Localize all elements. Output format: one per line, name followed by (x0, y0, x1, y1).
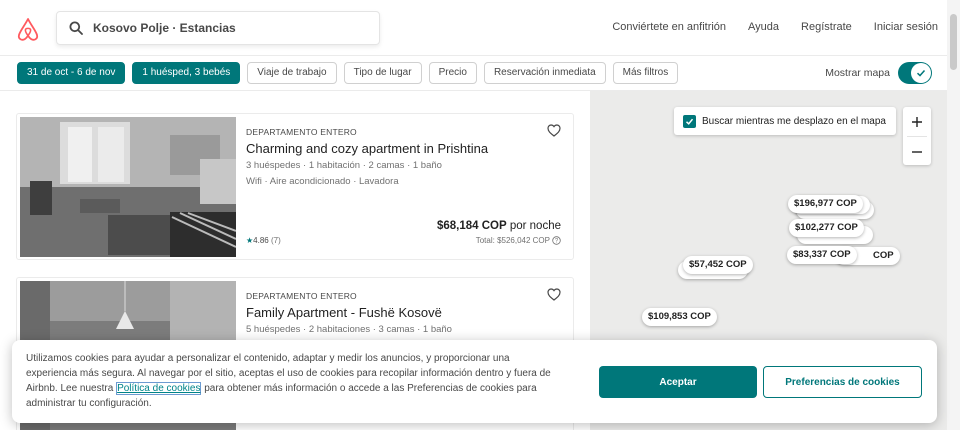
price-pin[interactable]: $102,277 COP (789, 219, 864, 237)
price-pin[interactable]: $109,853 COP (642, 308, 717, 326)
listing-card[interactable]: DEPARTAMENTO ENTERO Charming and cozy ap… (16, 113, 574, 260)
price-pin[interactable]: $196,977 COP (788, 195, 863, 213)
search-icon (69, 21, 83, 35)
search-input[interactable]: Kosovo Polje · Estancias (56, 11, 380, 45)
price-pin[interactable]: $83,337 COP (787, 246, 857, 264)
login-link[interactable]: Iniciar sesión (874, 21, 938, 33)
page-scrollbar[interactable] (947, 0, 960, 430)
help-icon[interactable]: ? (552, 236, 561, 245)
listing-type: DEPARTAMENTO ENTERO (246, 291, 357, 301)
search-as-move-control[interactable]: Buscar mientras me desplazo en el mapa (674, 107, 896, 135)
dates-filter[interactable]: 31 de oct - 6 de nov (17, 62, 126, 84)
signup-link[interactable]: Regístrate (801, 21, 852, 33)
cookie-preferences-button[interactable]: Preferencias de cookies (763, 366, 922, 398)
heart-icon[interactable] (547, 124, 561, 142)
listing-type: DEPARTAMENTO ENTERO (246, 127, 357, 137)
cookie-policy-link[interactable]: Política de cookies (116, 382, 202, 395)
listing-amenities: Wifi · Aire acondicionado · Lavadora (246, 176, 399, 187)
cookie-text: Utilizamos cookies para ayudar a persona… (26, 351, 556, 411)
help-link[interactable]: Ayuda (748, 21, 779, 33)
checkbox-checked-icon[interactable] (683, 114, 696, 128)
listing-total: Total: $526,042 COP ? (476, 236, 561, 245)
total-value: Total: $526,042 COP (475, 236, 550, 245)
review-count: (7) (270, 236, 281, 245)
price-pin[interactable]: $57,452 COP (683, 256, 753, 274)
place-type-filter[interactable]: Tipo de lugar (343, 62, 422, 84)
search-as-move-label: Buscar mientras me desplazo en el mapa (702, 115, 886, 127)
listing-photo[interactable] (20, 117, 237, 257)
rating-value: 4.86 (253, 236, 269, 245)
heart-icon[interactable] (547, 288, 561, 306)
minus-icon (912, 150, 922, 153)
airbnb-logo-icon[interactable] (16, 16, 40, 42)
scrollbar-thumb[interactable] (950, 14, 957, 70)
price-value: $68,184 COP (436, 220, 507, 232)
listing-title[interactable]: Family Apartment - Fushë Kosovë (246, 305, 442, 320)
check-icon (911, 63, 931, 83)
show-map-control: Mostrar mapa (825, 62, 932, 84)
become-host-link[interactable]: Conviértete en anfitrión (612, 21, 726, 33)
show-map-label: Mostrar mapa (825, 67, 890, 79)
search-value: Kosovo Polje · Estancias (93, 21, 236, 35)
listing-specs: 3 huéspedes · 1 habitación · 2 camas · 1… (246, 160, 442, 171)
price-filter[interactable]: Precio (428, 62, 477, 84)
listing-title[interactable]: Charming and cozy apartment in Prishtina (246, 141, 488, 156)
plus-icon (912, 116, 922, 127)
filter-bar: 31 de oct - 6 de nov 1 huésped, 3 bebés … (17, 62, 679, 84)
instant-book-filter[interactable]: Reservación inmediata (483, 62, 606, 84)
top-header: Kosovo Polje · Estancias Conviértete en … (0, 0, 960, 56)
show-map-toggle[interactable] (898, 62, 932, 84)
cookie-banner: Utilizamos cookies para ayudar a persona… (12, 340, 937, 423)
top-nav: Conviértete en anfitrión Ayuda Regístrat… (612, 21, 938, 33)
listing-rating: ★4.86 (7) (246, 236, 281, 245)
price-unit: por noche (506, 220, 561, 232)
zoom-out-button[interactable] (903, 137, 931, 166)
listing-specs: 5 huéspedes · 2 habitaciones · 3 camas ·… (246, 324, 452, 335)
zoom-in-button[interactable] (903, 107, 931, 136)
guests-filter[interactable]: 1 huésped, 3 bebés (132, 62, 241, 84)
more-filters-button[interactable]: Más filtros (612, 62, 679, 84)
accept-cookies-button[interactable]: Aceptar (599, 366, 757, 398)
zoom-controls (903, 107, 931, 165)
listing-price: $68,184 COP por noche (437, 220, 561, 232)
work-trip-filter[interactable]: Viaje de trabajo (247, 62, 337, 84)
